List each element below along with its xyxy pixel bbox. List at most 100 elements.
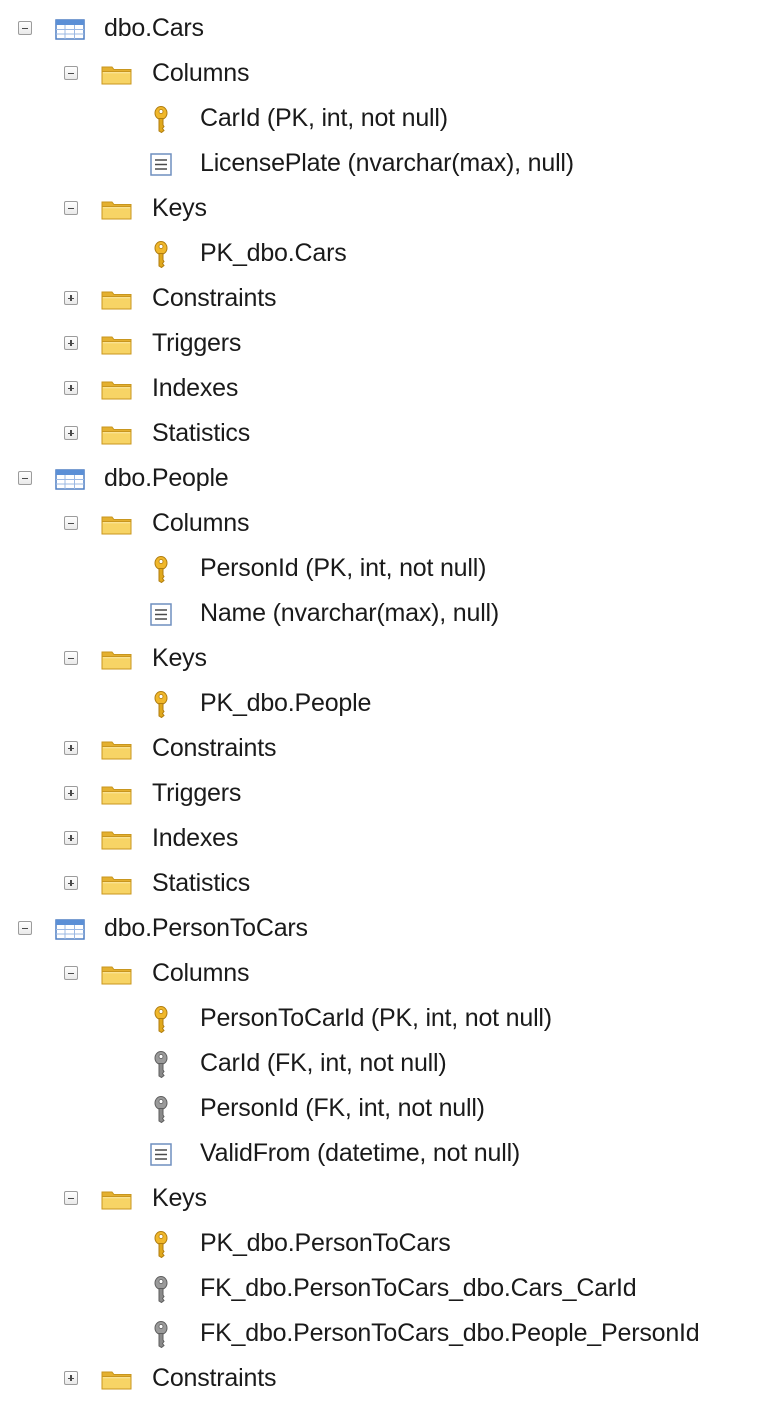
tree-node[interactable]: ValidFrom (datetime, not null) — [0, 1131, 782, 1176]
tree-node-label[interactable]: Statistics — [152, 868, 250, 898]
tree-node[interactable]: Indexes — [0, 366, 782, 411]
tree-node[interactable]: PersonId (PK, int, not null) — [0, 546, 782, 591]
tree-node[interactable]: Name (nvarchar(max), null) — [0, 591, 782, 636]
tree-node[interactable]: Statistics — [0, 411, 782, 456]
tree-node-label[interactable]: Triggers — [152, 778, 241, 808]
expand-toggle-icon[interactable] — [64, 831, 78, 845]
table-icon — [54, 465, 88, 493]
folder-icon — [100, 60, 134, 88]
tree-node[interactable]: PersonToCarId (PK, int, not null) — [0, 996, 782, 1041]
object-explorer-tree: dbo.Cars Columns CarId (PK, int, not null)… — [0, 6, 782, 1401]
collapse-toggle-icon[interactable] — [18, 921, 32, 935]
tree-node-label[interactable]: Indexes — [152, 823, 238, 853]
tree-node-label[interactable]: Keys — [152, 193, 207, 223]
folder-icon — [100, 825, 134, 853]
tree-node-label[interactable]: Statistics — [152, 418, 250, 448]
tree-node-label[interactable]: Triggers — [152, 328, 241, 358]
tree-node-label[interactable]: PK_dbo.People — [200, 688, 371, 718]
collapse-toggle-icon[interactable] — [64, 516, 78, 530]
tree-node-label[interactable]: FK_dbo.PersonToCars_dbo.Cars_CarId — [200, 1273, 637, 1303]
tree-node[interactable]: Triggers — [0, 321, 782, 366]
tree-node-label[interactable]: Indexes — [152, 373, 238, 403]
tree-node[interactable]: CarId (FK, int, not null) — [0, 1041, 782, 1086]
tree-node-label[interactable]: Columns — [152, 958, 249, 988]
primary-key-icon — [148, 1230, 182, 1258]
tree-node[interactable]: Keys — [0, 636, 782, 681]
tree-node-label[interactable]: FK_dbo.PersonToCars_dbo.People_PersonId — [200, 1318, 700, 1348]
tree-node-label[interactable]: Constraints — [152, 283, 276, 313]
tree-node[interactable]: PK_dbo.Cars — [0, 231, 782, 276]
tree-node-label[interactable]: CarId (FK, int, not null) — [200, 1048, 447, 1078]
tree-node[interactable]: Keys — [0, 186, 782, 231]
tree-node[interactable]: FK_dbo.PersonToCars_dbo.People_PersonId — [0, 1311, 782, 1356]
tree-node-label[interactable]: PersonToCarId (PK, int, not null) — [200, 1003, 552, 1033]
tree-node[interactable]: PK_dbo.PersonToCars — [0, 1221, 782, 1266]
tree-node-label[interactable]: Keys — [152, 1183, 207, 1213]
collapse-toggle-icon[interactable] — [18, 471, 32, 485]
folder-icon — [100, 960, 134, 988]
tree-node[interactable]: dbo.PersonToCars — [0, 906, 782, 951]
tree-node-label[interactable]: dbo.PersonToCars — [104, 913, 308, 943]
collapse-toggle-icon[interactable] — [64, 651, 78, 665]
tree-node-label[interactable]: PersonId (FK, int, not null) — [200, 1093, 485, 1123]
tree-node[interactable]: Columns — [0, 951, 782, 996]
expand-toggle-icon[interactable] — [64, 1371, 78, 1385]
folder-icon — [100, 285, 134, 313]
tree-node-label[interactable]: PersonId (PK, int, not null) — [200, 553, 486, 583]
tree-node-label[interactable]: PK_dbo.Cars — [200, 238, 347, 268]
tree-node-label[interactable]: dbo.Cars — [104, 13, 204, 43]
tree-node[interactable]: dbo.People — [0, 456, 782, 501]
tree-node-label[interactable]: LicensePlate (nvarchar(max), null) — [200, 148, 574, 178]
tree-node-label[interactable]: PK_dbo.PersonToCars — [200, 1228, 451, 1258]
expand-toggle-icon[interactable] — [64, 426, 78, 440]
collapse-toggle-icon[interactable] — [18, 21, 32, 35]
foreign-key-icon — [148, 1275, 182, 1303]
folder-icon — [100, 1365, 134, 1393]
column-icon — [148, 600, 182, 628]
tree-node-label[interactable]: Columns — [152, 58, 249, 88]
tree-node[interactable]: Columns — [0, 501, 782, 546]
tree-node-label[interactable]: Constraints — [152, 733, 276, 763]
tree-node[interactable]: PK_dbo.People — [0, 681, 782, 726]
tree-node-label[interactable]: dbo.People — [104, 463, 229, 493]
tree-node[interactable]: CarId (PK, int, not null) — [0, 96, 782, 141]
collapse-toggle-icon[interactable] — [64, 66, 78, 80]
folder-icon — [100, 375, 134, 403]
tree-node[interactable]: dbo.Cars — [0, 6, 782, 51]
tree-node-label[interactable]: Columns — [152, 508, 249, 538]
tree-node-label[interactable]: Name (nvarchar(max), null) — [200, 598, 499, 628]
tree-node-label[interactable]: CarId (PK, int, not null) — [200, 103, 448, 133]
tree-node-label[interactable]: ValidFrom (datetime, not null) — [200, 1138, 520, 1168]
tree-node[interactable]: PersonId (FK, int, not null) — [0, 1086, 782, 1131]
expand-toggle-icon[interactable] — [64, 291, 78, 305]
tree-node[interactable]: Constraints — [0, 1356, 782, 1401]
primary-key-icon — [148, 1005, 182, 1033]
collapse-toggle-icon[interactable] — [64, 201, 78, 215]
expand-toggle-icon[interactable] — [64, 786, 78, 800]
expand-toggle-icon[interactable] — [64, 876, 78, 890]
tree-node[interactable]: FK_dbo.PersonToCars_dbo.Cars_CarId — [0, 1266, 782, 1311]
tree-node[interactable]: Indexes — [0, 816, 782, 861]
column-icon — [148, 150, 182, 178]
tree-node[interactable]: Triggers — [0, 771, 782, 816]
tree-node-label[interactable]: Constraints — [152, 1363, 276, 1393]
collapse-toggle-icon[interactable] — [64, 966, 78, 980]
tree-node[interactable]: Statistics — [0, 861, 782, 906]
foreign-key-icon — [148, 1095, 182, 1123]
tree-node[interactable]: Columns — [0, 51, 782, 96]
foreign-key-icon — [148, 1050, 182, 1078]
tree-node[interactable]: Keys — [0, 1176, 782, 1221]
folder-icon — [100, 420, 134, 448]
table-icon — [54, 915, 88, 943]
expand-toggle-icon[interactable] — [64, 336, 78, 350]
folder-icon — [100, 195, 134, 223]
tree-node[interactable]: LicensePlate (nvarchar(max), null) — [0, 141, 782, 186]
foreign-key-icon — [148, 1320, 182, 1348]
tree-node[interactable]: Constraints — [0, 276, 782, 321]
expand-toggle-icon[interactable] — [64, 741, 78, 755]
table-icon — [54, 15, 88, 43]
expand-toggle-icon[interactable] — [64, 381, 78, 395]
tree-node-label[interactable]: Keys — [152, 643, 207, 673]
tree-node[interactable]: Constraints — [0, 726, 782, 771]
collapse-toggle-icon[interactable] — [64, 1191, 78, 1205]
